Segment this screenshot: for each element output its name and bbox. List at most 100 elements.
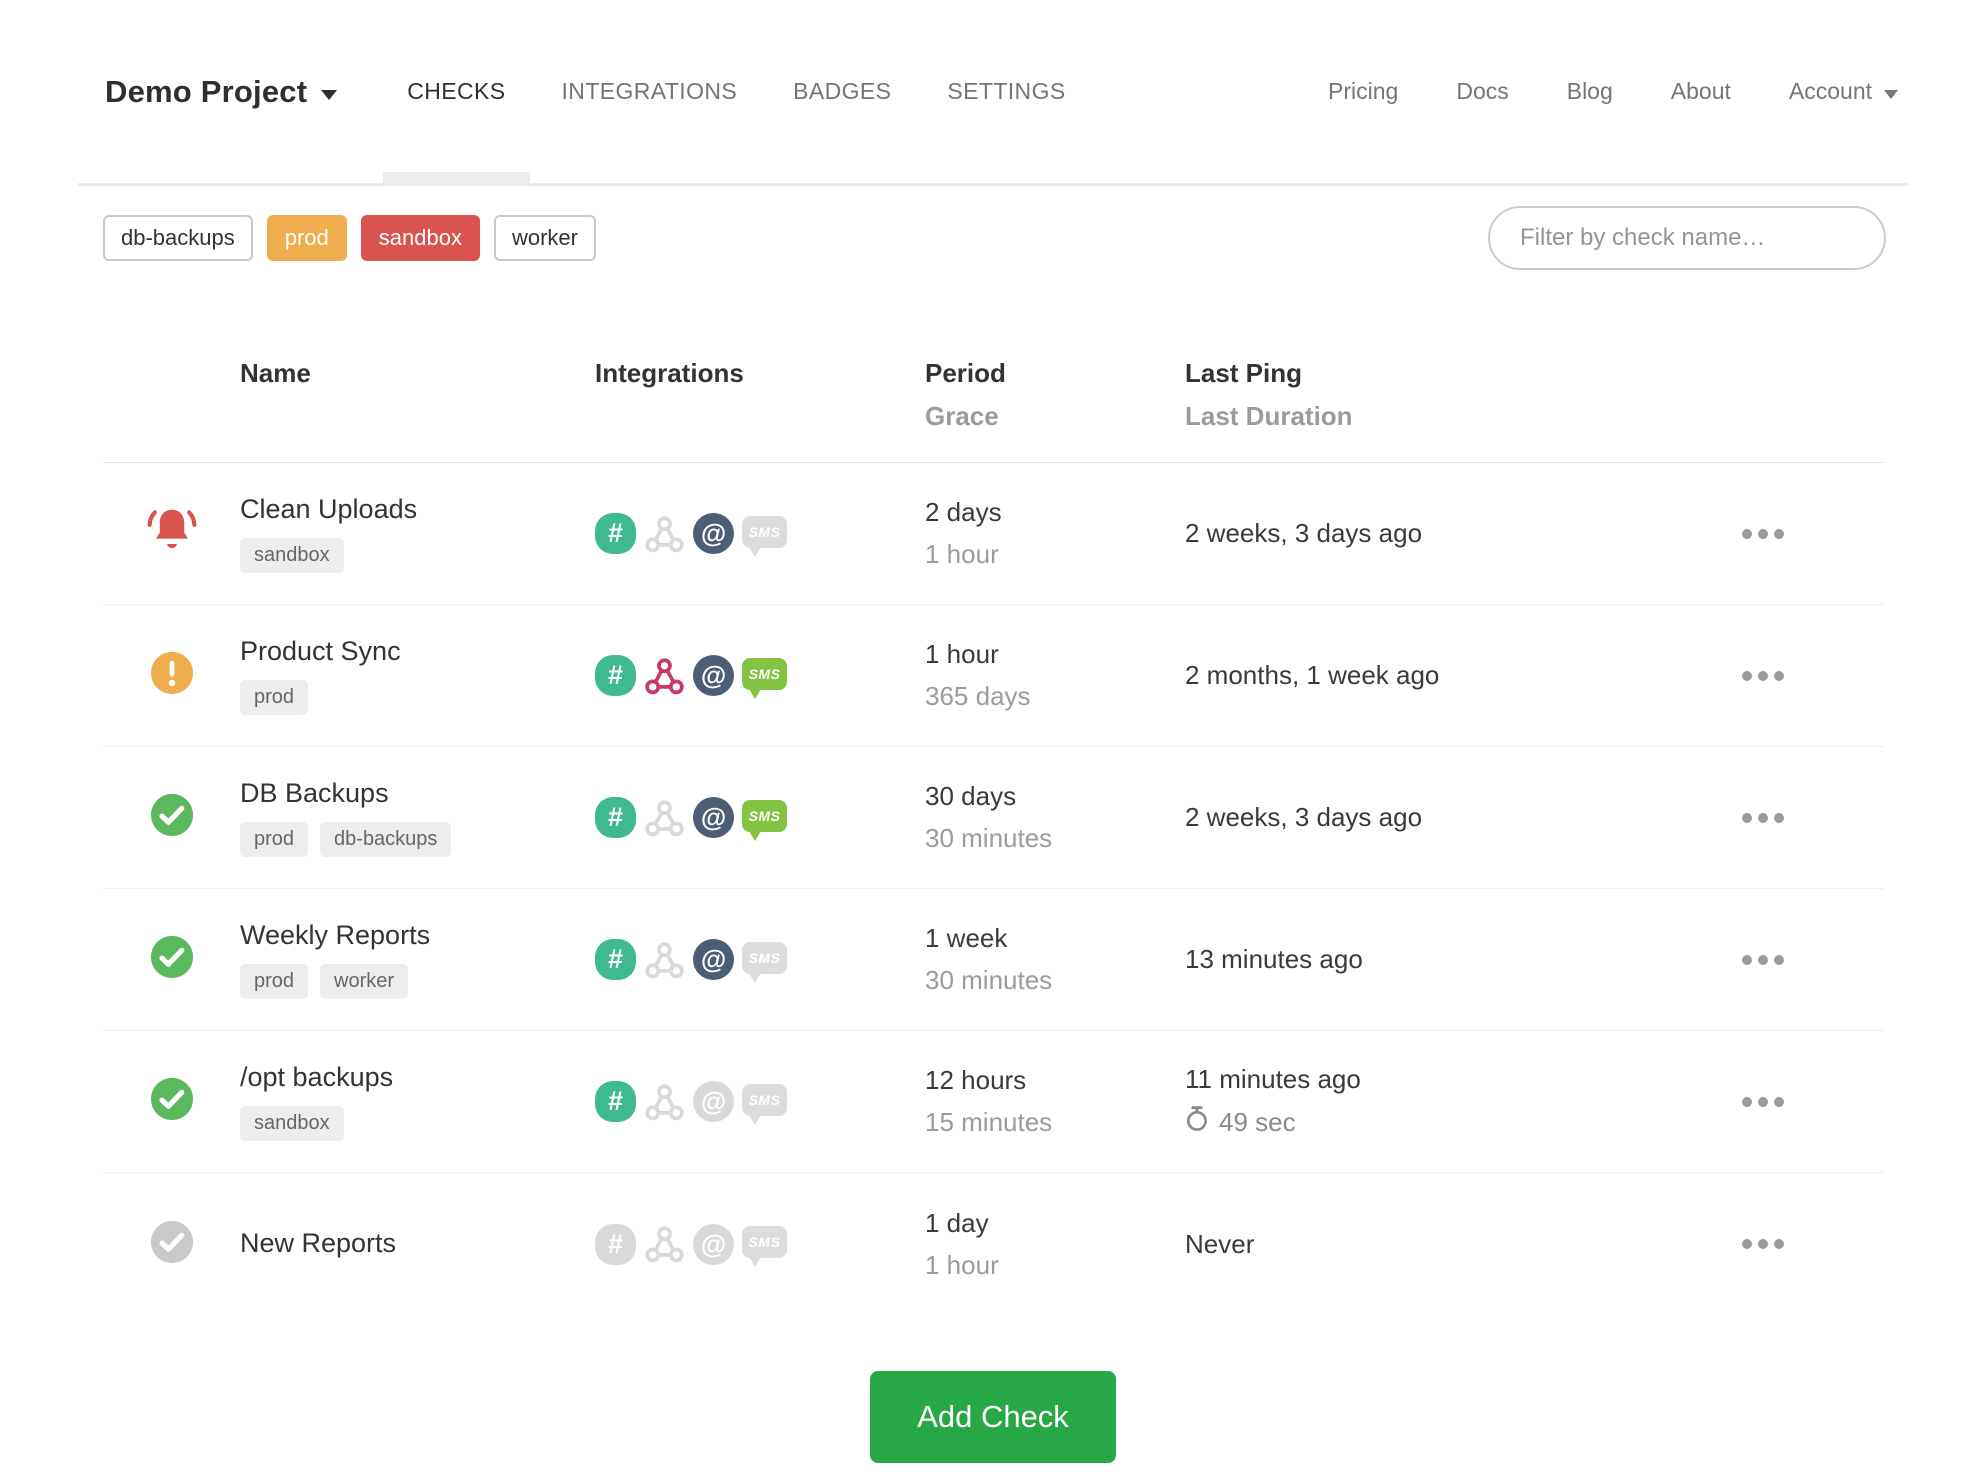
webhook-icon[interactable] bbox=[644, 939, 685, 980]
email-icon[interactable]: @ bbox=[693, 939, 734, 980]
check-circle-icon bbox=[149, 934, 195, 985]
last-ping-value: 11 minutes ago bbox=[1185, 1064, 1361, 1094]
webhook-icon[interactable] bbox=[644, 1081, 685, 1122]
check-name-link[interactable]: New Reports bbox=[240, 1228, 595, 1259]
webhook-icon[interactable] bbox=[644, 655, 685, 696]
last-ping-cell: 2 months, 1 week ago bbox=[1185, 660, 1643, 691]
tab-label: INTEGRATIONS bbox=[561, 78, 738, 104]
check-name-link[interactable]: /opt backups bbox=[240, 1062, 595, 1093]
slack-icon[interactable]: # bbox=[595, 513, 636, 554]
sms-icon[interactable]: SMS bbox=[742, 799, 787, 841]
sms-icon[interactable]: SMS bbox=[742, 941, 787, 983]
integrations-cell: # @ SMS bbox=[595, 1223, 925, 1267]
filter-tag-worker[interactable]: worker bbox=[493, 214, 596, 262]
row-menu-button[interactable] bbox=[1730, 1085, 1796, 1119]
project-name: Demo Project bbox=[105, 73, 308, 109]
project-switcher[interactable]: Demo Project bbox=[105, 73, 338, 110]
tag-badge: prod bbox=[240, 963, 309, 999]
email-icon[interactable]: @ bbox=[693, 1081, 734, 1122]
check-tags: prod worker bbox=[240, 963, 595, 999]
header-integrations: Integrations bbox=[595, 358, 925, 389]
period-value: 30 days bbox=[925, 781, 1017, 811]
sms-label: SMS bbox=[748, 949, 781, 966]
menu-cell bbox=[1643, 943, 1883, 977]
email-icon[interactable]: @ bbox=[693, 513, 734, 554]
chevron-down-icon bbox=[321, 89, 338, 100]
sms-label: SMS bbox=[748, 665, 781, 682]
check-circle-icon bbox=[149, 1219, 195, 1270]
tab-checks[interactable]: CHECKS bbox=[379, 0, 533, 186]
period-value: 1 week bbox=[925, 923, 1008, 953]
integrations-cell: # @ SMS bbox=[595, 797, 925, 841]
last-ping-cell: 11 minutes ago 49 sec bbox=[1185, 1064, 1643, 1139]
last-ping-value: 13 minutes ago bbox=[1185, 944, 1363, 974]
name-cell: /opt backups sandbox bbox=[240, 1062, 595, 1141]
status-cell bbox=[103, 650, 240, 701]
table-row: Weekly Reports prod worker # @ SMS 1 wee… bbox=[103, 889, 1883, 1031]
check-name-link[interactable]: Weekly Reports bbox=[240, 920, 595, 951]
tab-integrations[interactable]: INTEGRATIONS bbox=[534, 0, 766, 183]
period-cell: 1 week 30 minutes bbox=[925, 923, 1185, 996]
tag-badge: worker bbox=[320, 963, 409, 999]
link-docs[interactable]: Docs bbox=[1427, 78, 1537, 105]
link-blog[interactable]: Blog bbox=[1538, 78, 1642, 105]
check-name-link[interactable]: Clean Uploads bbox=[240, 494, 595, 525]
tab-settings[interactable]: SETTINGS bbox=[919, 0, 1093, 183]
period-value: 12 hours bbox=[925, 1065, 1027, 1095]
checks-table: Name Integrations Period Grace Last Ping… bbox=[103, 332, 1883, 1315]
last-ping-value: 2 weeks, 3 days ago bbox=[1185, 518, 1423, 548]
sms-icon[interactable]: SMS bbox=[742, 1226, 787, 1267]
slack-icon[interactable]: # bbox=[595, 655, 636, 696]
link-about[interactable]: About bbox=[1642, 78, 1760, 105]
account-menu[interactable]: Account bbox=[1760, 78, 1898, 105]
email-icon[interactable]: @ bbox=[693, 1223, 734, 1265]
last-ping-cell: 13 minutes ago bbox=[1185, 944, 1643, 975]
slack-icon[interactable]: # bbox=[595, 797, 636, 838]
sms-icon[interactable]: SMS bbox=[742, 1083, 787, 1125]
header-label: Integrations bbox=[595, 358, 744, 388]
email-icon[interactable]: @ bbox=[693, 797, 734, 838]
last-ping-value: Never bbox=[1185, 1228, 1255, 1259]
tab-badges[interactable]: BADGES bbox=[765, 0, 919, 183]
search-input[interactable] bbox=[1488, 206, 1886, 270]
stopwatch-icon bbox=[1185, 1105, 1209, 1139]
slack-icon[interactable]: # bbox=[595, 1223, 636, 1265]
link-label: Pricing bbox=[1328, 78, 1399, 104]
check-tags: sandbox bbox=[240, 537, 595, 573]
slack-icon[interactable]: # bbox=[595, 939, 636, 980]
check-name-link[interactable]: Product Sync bbox=[240, 636, 595, 667]
header-last-ping: Last Ping Last Duration bbox=[1185, 358, 1643, 432]
email-icon[interactable]: @ bbox=[693, 655, 734, 696]
add-check-button[interactable]: Add Check bbox=[870, 1371, 1116, 1463]
link-pricing[interactable]: Pricing bbox=[1299, 78, 1427, 105]
filter-tag-db-backups[interactable]: db-backups bbox=[103, 214, 253, 262]
sms-label: SMS bbox=[748, 523, 781, 540]
sms-icon[interactable]: SMS bbox=[742, 657, 787, 699]
status-cell bbox=[103, 503, 240, 564]
filter-tag-sandbox[interactable]: sandbox bbox=[360, 214, 480, 262]
table-header: Name Integrations Period Grace Last Ping… bbox=[103, 332, 1883, 463]
webhook-icon[interactable] bbox=[644, 797, 685, 838]
alert-bell-icon bbox=[144, 503, 200, 564]
filter-bar: db-backups prod sandbox worker bbox=[103, 206, 1886, 270]
row-menu-button[interactable] bbox=[1730, 943, 1796, 977]
row-menu-button[interactable] bbox=[1730, 801, 1796, 835]
row-menu-button[interactable] bbox=[1730, 1227, 1796, 1261]
integrations-cell: # @ SMS bbox=[595, 939, 925, 983]
status-cell bbox=[103, 1219, 240, 1270]
row-menu-button[interactable] bbox=[1730, 659, 1796, 693]
grace-value: 1 hour bbox=[925, 1249, 999, 1280]
webhook-icon[interactable] bbox=[644, 1224, 685, 1265]
row-menu-button[interactable] bbox=[1730, 517, 1796, 551]
status-cell bbox=[103, 792, 240, 843]
last-ping-cell: 2 weeks, 3 days ago bbox=[1185, 802, 1643, 833]
slack-icon[interactable]: # bbox=[595, 1081, 636, 1122]
sms-icon[interactable]: SMS bbox=[742, 515, 787, 557]
chevron-down-icon bbox=[1884, 89, 1898, 99]
webhook-icon[interactable] bbox=[644, 513, 685, 554]
header-period: Period Grace bbox=[925, 358, 1185, 432]
tag-badge: prod bbox=[240, 821, 309, 857]
header-label: Name bbox=[240, 358, 311, 388]
check-name-link[interactable]: DB Backups bbox=[240, 778, 595, 809]
filter-tag-prod[interactable]: prod bbox=[266, 214, 347, 262]
